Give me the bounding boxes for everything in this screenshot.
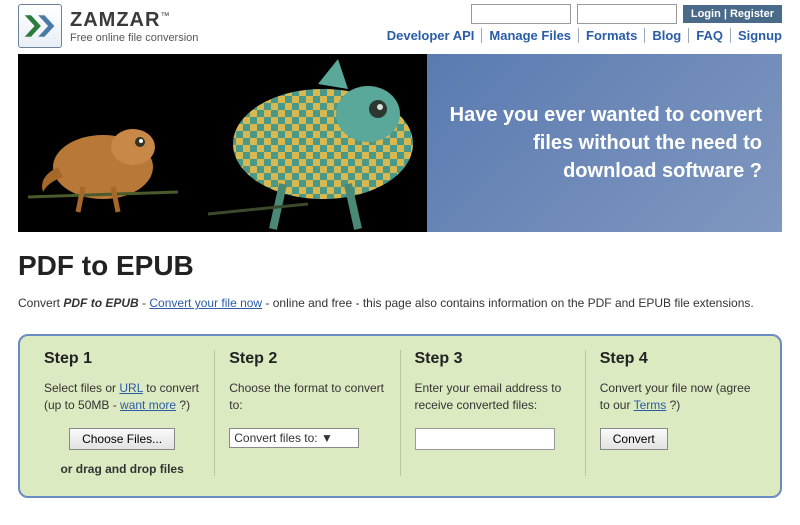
step-2-text: Choose the format to convert to: (229, 380, 385, 414)
nav-signup[interactable]: Signup (731, 28, 782, 43)
logo-icon (18, 4, 62, 48)
step-1: Step 1 Select files or URL to convert (u… (30, 350, 215, 476)
nav-blog[interactable]: Blog (645, 28, 689, 43)
chameleon-left-icon (28, 92, 178, 222)
nav-faq[interactable]: FAQ (689, 28, 731, 43)
brand-tagline: Free online file conversion (70, 32, 198, 44)
hero-headline: Have you ever wanted to convert files wi… (447, 101, 762, 185)
step-2-title: Step 2 (229, 350, 385, 368)
step-1-title: Step 1 (44, 350, 200, 368)
steps-container: Step 1 Select files or URL to convert (u… (18, 334, 782, 498)
password-input[interactable] (577, 4, 677, 24)
choose-files-button[interactable]: Choose Files... (69, 428, 175, 450)
page-description: Convert PDF to EPUB - Convert your file … (18, 296, 782, 310)
step-3-text: Enter your email address to receive conv… (415, 380, 571, 414)
step-3: Step 3 Enter your email address to recei… (401, 350, 586, 476)
email-input[interactable] (415, 428, 555, 450)
step-2: Step 2 Choose the format to convert to: … (215, 350, 400, 476)
step-4-title: Step 4 (600, 350, 756, 368)
chameleon-right-icon (208, 54, 427, 232)
nav-manage-files[interactable]: Manage Files (482, 28, 579, 43)
convert-button[interactable]: Convert (600, 428, 668, 450)
step-1-text: Select files or URL to convert (up to 50… (44, 380, 200, 414)
step-3-title: Step 3 (415, 350, 571, 368)
drag-drop-hint: or drag and drop files (44, 462, 200, 476)
nav-developer-api[interactable]: Developer API (380, 28, 483, 43)
nav-formats[interactable]: Formats (579, 28, 645, 43)
want-more-link[interactable]: want more (120, 398, 176, 412)
hero-text-panel: Have you ever wanted to convert files wi… (427, 54, 782, 232)
convert-now-link[interactable]: Convert your file now (149, 296, 262, 310)
url-link[interactable]: URL (119, 381, 143, 395)
hero-banner: Have you ever wanted to convert files wi… (18, 54, 782, 232)
step-4: Step 4 Convert your file now (agree to o… (586, 350, 770, 476)
login-register-button[interactable]: Login | Register (683, 5, 782, 23)
top-nav: Developer API Manage Files Formats Blog … (380, 28, 782, 43)
step-4-text: Convert your file now (agree to our Term… (600, 380, 756, 414)
page-title: PDF to EPUB (18, 250, 782, 282)
brand-name: ZAMZAR™ (70, 9, 198, 32)
logo-area: ZAMZAR™ Free online file conversion (18, 4, 198, 48)
format-select[interactable]: Convert files to: ▼ (229, 428, 359, 448)
hero-image (18, 54, 427, 232)
terms-link[interactable]: Terms (634, 398, 667, 412)
username-input[interactable] (471, 4, 571, 24)
